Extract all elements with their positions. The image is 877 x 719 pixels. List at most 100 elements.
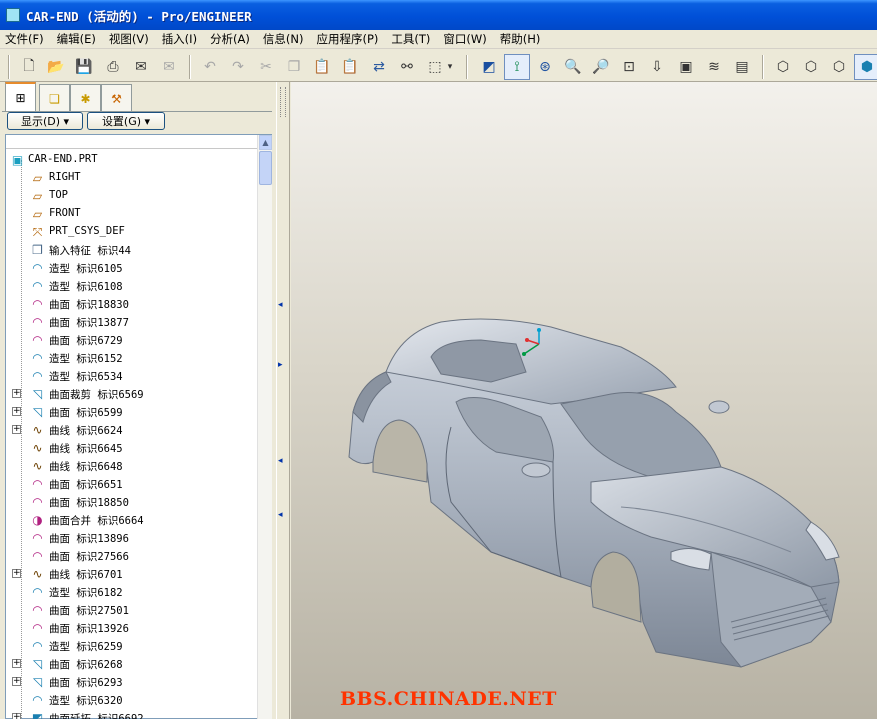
layers-icon[interactable]: ≋ (703, 56, 725, 78)
style-icon: ◠ (30, 261, 45, 275)
tree-scrollbar[interactable]: ▲ (257, 135, 272, 719)
surface-icon: ◠ (30, 603, 45, 617)
shading-icon[interactable]: ⬢ (854, 54, 877, 80)
collapse-arrow-icon[interactable]: ◂ (278, 300, 283, 310)
expand-arrow-icon[interactable]: ▸ (278, 360, 283, 370)
expand-toggle-icon[interactable]: + (12, 389, 21, 398)
tab-folder-browser[interactable]: ❏ (39, 84, 70, 112)
select-dropdown-icon[interactable]: ▾ (444, 56, 456, 78)
zoom-fit-icon[interactable]: ⊡ (618, 56, 640, 78)
menu-analysis[interactable]: 分析(A) (210, 31, 250, 47)
tree-item-label: 造型 标识6152 (49, 351, 123, 366)
tree-item-label: 曲面 标识13877 (49, 315, 129, 330)
select-box-icon[interactable]: ⬚ (424, 56, 446, 78)
model-tree-panel: ⊞ ❏ ✱ ⚒ 显示(D) ▾ 设置(G) ▾ ▣CAR-END.PRT▱RIG… (0, 82, 276, 719)
show-dropdown[interactable]: 显示(D) ▾ (7, 112, 83, 130)
menu-info[interactable]: 信息(N) (263, 31, 304, 47)
menu-help[interactable]: 帮助(H) (500, 31, 541, 47)
save-icon[interactable]: 💾 (73, 56, 95, 78)
menu-view[interactable]: 视图(V) (109, 31, 149, 47)
surface-icon: ◠ (30, 621, 45, 635)
expand-toggle-icon[interactable]: + (12, 713, 21, 719)
scroll-thumb[interactable] (259, 151, 272, 185)
toolbar-separator (189, 55, 191, 79)
tab-favorites[interactable]: ✱ (70, 84, 101, 112)
splitter-grip[interactable] (280, 87, 286, 117)
redo-icon[interactable]: ↷ (227, 56, 249, 78)
tree-item-label: 造型 标识6108 (49, 279, 123, 294)
zoom-out-icon[interactable]: 🔎 (590, 56, 612, 78)
surface-trim-icon: ◹ (30, 387, 45, 401)
refit-icon[interactable]: ⊛ (534, 56, 556, 78)
menu-applications[interactable]: 应用程序(P) (316, 31, 378, 47)
toolbar: 🗋 📂 💾 ⎙ ✉ ✉ ↶ ↷ ✂ ❐ 📋 📋 ⇄ ⚯ ⬚ ▾ ◩ ⟟ ⊛ 🔍 … (0, 49, 877, 82)
settings-dropdown[interactable]: 设置(G) ▾ (87, 112, 165, 130)
find-icon[interactable]: ⚯ (396, 56, 418, 78)
tree-item-label: PRT_CSYS_DEF (49, 225, 125, 237)
surface-icon: ◠ (30, 549, 45, 563)
expand-toggle-icon[interactable]: + (12, 407, 21, 416)
surface-trim-icon: ◹ (30, 675, 45, 689)
expand-toggle-icon[interactable]: + (12, 659, 21, 668)
copy-icon[interactable]: ❐ (283, 56, 305, 78)
new-file-icon[interactable]: 🗋 (18, 56, 40, 78)
expand-toggle-icon[interactable]: + (12, 425, 21, 434)
datum-plane-icon: ▱ (30, 171, 45, 185)
expand-toggle-icon[interactable]: + (12, 569, 21, 578)
reorient-icon[interactable]: ⇩ (646, 56, 668, 78)
app-icon (6, 8, 20, 22)
datum-plane-icon: ▱ (30, 207, 45, 221)
menu-insert[interactable]: 插入(I) (162, 31, 197, 47)
tree-item-label: 曲线 标识6701 (49, 567, 123, 582)
window-title: CAR-END (活动的) - Pro/ENGINEER (26, 6, 252, 25)
tree-item-label: 曲面 标识18850 (49, 495, 129, 510)
menu-file[interactable]: 文件(F) (5, 31, 44, 47)
cut-icon[interactable]: ✂ (255, 56, 277, 78)
view-manager-icon[interactable]: ▤ (731, 56, 753, 78)
style-icon: ◠ (30, 279, 45, 293)
collapse-arrow-icon[interactable]: ◂ (278, 456, 283, 466)
tree-item-label: 曲面 标识27566 (49, 549, 129, 564)
menu-edit[interactable]: 编辑(E) (57, 31, 96, 47)
hidden-line-icon[interactable]: ⬡ (800, 56, 822, 78)
style-icon: ◠ (30, 585, 45, 599)
tab-connections[interactable]: ⚒ (101, 84, 132, 112)
spin-center-icon[interactable]: ◩ (478, 56, 500, 78)
print-icon[interactable]: ⎙ (102, 56, 124, 78)
toolbar-separator (466, 55, 468, 79)
menu-window[interactable]: 窗口(W) (443, 31, 486, 47)
tree-item-label: 造型 标识6320 (49, 693, 123, 708)
car-body-model[interactable] (291, 82, 877, 719)
tree-item-label: 曲面合并 标识6664 (49, 513, 144, 528)
tree-item-label: 曲面 标识6293 (49, 675, 123, 690)
send-mail-attach-icon[interactable]: ✉ (158, 56, 180, 78)
surface-icon: ◠ (30, 531, 45, 545)
collapse-arrow-icon[interactable]: ◂ (278, 510, 283, 520)
graphics-window[interactable] (291, 82, 877, 719)
no-hidden-icon[interactable]: ⬡ (828, 56, 850, 78)
menu-tools[interactable]: 工具(T) (391, 31, 430, 47)
tree-item-label: 曲面 标识27501 (49, 603, 129, 618)
csys-icon: ⤧ (30, 225, 45, 239)
undo-icon[interactable]: ↶ (199, 56, 221, 78)
open-file-icon[interactable]: 📂 (45, 56, 67, 78)
import-feature-icon: ❒ (30, 243, 45, 257)
tab-model-tree[interactable]: ⊞ (5, 82, 36, 112)
tree-item-label: RIGHT (49, 171, 81, 183)
style-icon: ◠ (30, 639, 45, 653)
tree-item-label: 造型 标识6182 (49, 585, 123, 600)
saved-views-icon[interactable]: ▣ (675, 56, 697, 78)
paste-special-icon[interactable]: 📋 (339, 56, 361, 78)
paste-icon[interactable]: 📋 (311, 56, 333, 78)
model-tree: ▣CAR-END.PRT▱RIGHT▱TOP▱FRONT⤧PRT_CSYS_DE… (5, 134, 272, 719)
zoom-in-icon[interactable]: 🔍 (562, 56, 584, 78)
regenerate-icon[interactable]: ⇄ (368, 56, 390, 78)
orient-mode-icon[interactable]: ⟟ (504, 54, 530, 80)
curve-icon: ∿ (30, 441, 45, 455)
wireframe-icon[interactable]: ⬡ (772, 56, 794, 78)
expand-toggle-icon[interactable]: + (12, 677, 21, 686)
curve-icon: ∿ (30, 423, 45, 437)
panel-splitter[interactable]: ◂ ▸ ◂ ◂ (276, 82, 290, 719)
send-mail-icon[interactable]: ✉ (130, 56, 152, 78)
scroll-up-arrow[interactable]: ▲ (259, 135, 272, 150)
